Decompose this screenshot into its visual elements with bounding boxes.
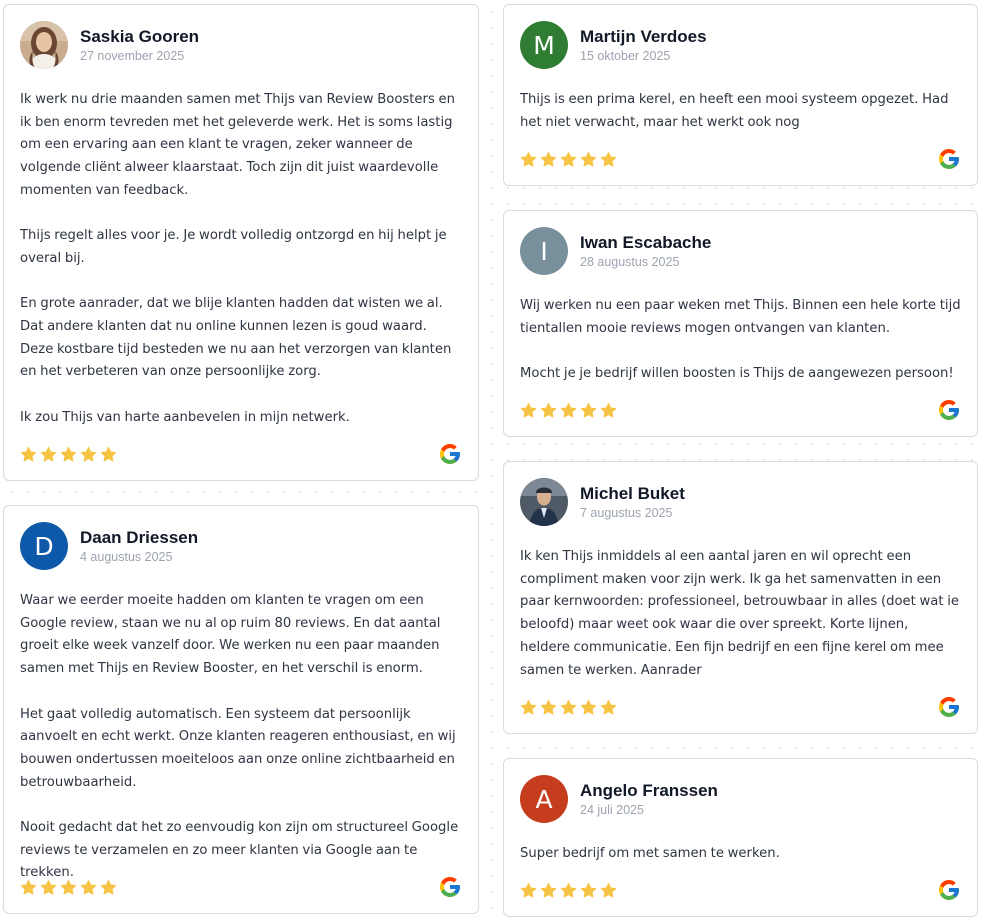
star-icon — [520, 699, 537, 715]
review-wall: Saskia Gooren 27 november 2025 Ik werk n… — [0, 0, 981, 921]
review-card: Michel Buket 7 augustus 2025 Ik ken Thij… — [503, 461, 978, 734]
star-icon — [80, 446, 97, 462]
star-rating — [20, 446, 117, 463]
review-date: 15 oktober 2025 — [580, 48, 671, 63]
review-card: I Iwan Escabache 28 augustus 2025 Wij we… — [503, 210, 978, 437]
google-logo-icon — [937, 147, 961, 171]
star-icon — [520, 151, 537, 167]
review-date: 7 augustus 2025 — [580, 505, 673, 520]
review-card: Saskia Gooren 27 november 2025 Ik werk n… — [3, 4, 479, 481]
review-paragraph: Super bedrijf om met samen te werken. — [520, 846, 780, 861]
star-icon — [600, 151, 617, 167]
review-header: I Iwan Escabache 28 augustus 2025 — [520, 226, 961, 276]
star-icon — [40, 446, 57, 462]
reviewer-name: Saskia Gooren — [80, 26, 200, 46]
review-card: M Martijn Verdoes 15 oktober 2025 Thijs … — [503, 4, 978, 186]
review-date: 4 augustus 2025 — [80, 549, 173, 564]
star-icon — [20, 446, 37, 462]
review-date: 24 juli 2025 — [580, 802, 644, 817]
star-icon — [560, 699, 577, 715]
review-paragraph: Thijs is een prima kerel, en heeft een m… — [520, 92, 949, 130]
review-header: A Angelo Franssen 24 juli 2025 — [520, 774, 961, 824]
reviewer-name: Martijn Verdoes — [580, 26, 707, 46]
google-logo-icon — [438, 875, 462, 899]
google-logo-icon — [937, 398, 961, 422]
review-paragraph: Waar we eerder moeite hadden om klanten … — [20, 593, 441, 677]
review-paragraph: Thijs regelt alles voor je. Je wordt vol… — [20, 228, 447, 266]
star-icon — [520, 882, 537, 898]
google-logo-icon — [937, 695, 961, 719]
star-rating — [520, 151, 617, 168]
reviewer-name: Michel Buket — [580, 483, 685, 503]
star-icon — [580, 402, 597, 418]
star-rating — [520, 882, 617, 899]
star-rating — [520, 699, 617, 716]
review-paragraph: Het gaat volledig automatisch. Een syste… — [20, 706, 456, 790]
star-icon — [580, 699, 597, 715]
review-footer — [520, 147, 961, 171]
star-icon — [540, 699, 557, 715]
star-icon — [540, 402, 557, 418]
star-icon — [560, 151, 577, 167]
review-text: Thijs is een prima kerel, en heeft een m… — [520, 89, 961, 134]
avatar-initial: A — [520, 775, 568, 823]
star-icon — [560, 882, 577, 898]
review-header: D Daan Driessen 4 augustus 2025 — [20, 521, 462, 571]
avatar-photo — [20, 21, 68, 69]
star-icon — [100, 879, 117, 895]
review-header: Michel Buket 7 augustus 2025 — [520, 477, 961, 527]
avatar-initial: M — [520, 21, 568, 69]
reviewer-name: Daan Driessen — [80, 527, 199, 547]
star-rating — [520, 402, 617, 419]
review-footer — [520, 695, 961, 719]
star-icon — [600, 882, 617, 898]
star-icon — [580, 151, 597, 167]
star-icon — [80, 879, 97, 895]
review-footer — [20, 875, 462, 899]
star-icon — [540, 882, 557, 898]
reviewer-name: Angelo Franssen — [580, 780, 718, 800]
star-icon — [60, 879, 77, 895]
review-date: 27 november 2025 — [80, 48, 185, 63]
star-icon — [20, 879, 37, 895]
review-footer — [520, 398, 961, 422]
star-icon — [560, 402, 577, 418]
review-paragraph: Ik werk nu drie maanden samen met Thijs … — [20, 92, 455, 198]
star-icon — [600, 699, 617, 715]
review-date: 28 augustus 2025 — [580, 254, 680, 269]
avatar-initial: D — [20, 522, 68, 570]
review-card: D Daan Driessen 4 augustus 2025 Waar we … — [3, 505, 479, 914]
avatar-photo — [520, 478, 568, 526]
star-icon — [100, 446, 117, 462]
reviewer-name: Iwan Escabache — [580, 232, 712, 252]
review-text: Ik werk nu drie maanden samen met Thijs … — [20, 89, 462, 430]
review-footer — [20, 442, 462, 466]
review-header: Saskia Gooren 27 november 2025 — [20, 20, 462, 70]
review-paragraph: En grote aanrader, dat we blije klanten … — [20, 296, 452, 380]
google-logo-icon — [937, 878, 961, 902]
star-rating — [20, 879, 117, 896]
google-logo-icon — [438, 442, 462, 466]
review-footer — [520, 878, 961, 902]
avatar-initial: I — [520, 227, 568, 275]
review-paragraph: Mocht je je bedrijf willen boosten is Th… — [520, 366, 954, 382]
star-icon — [540, 151, 557, 167]
star-icon — [520, 402, 537, 418]
review-paragraph: Ik ken Thijs inmiddels al een aantal jar… — [520, 549, 960, 678]
review-paragraph: Wij werken nu een paar weken met Thijs. … — [520, 298, 961, 336]
review-card: A Angelo Franssen 24 juli 2025 Super bed… — [503, 758, 978, 917]
review-header: M Martijn Verdoes 15 oktober 2025 — [520, 20, 961, 70]
star-icon — [600, 402, 617, 418]
star-icon — [60, 446, 77, 462]
review-paragraph: Ik zou Thijs van harte aanbevelen in mij… — [20, 409, 350, 425]
star-icon — [580, 882, 597, 898]
review-text: Wij werken nu een paar weken met Thijs. … — [520, 295, 961, 386]
review-text: Super bedrijf om met samen te werken. — [520, 843, 961, 866]
review-text: Ik ken Thijs inmiddels al een aantal jar… — [520, 546, 961, 682]
review-text: Waar we eerder moeite hadden om klanten … — [20, 590, 462, 885]
star-icon — [40, 879, 57, 895]
